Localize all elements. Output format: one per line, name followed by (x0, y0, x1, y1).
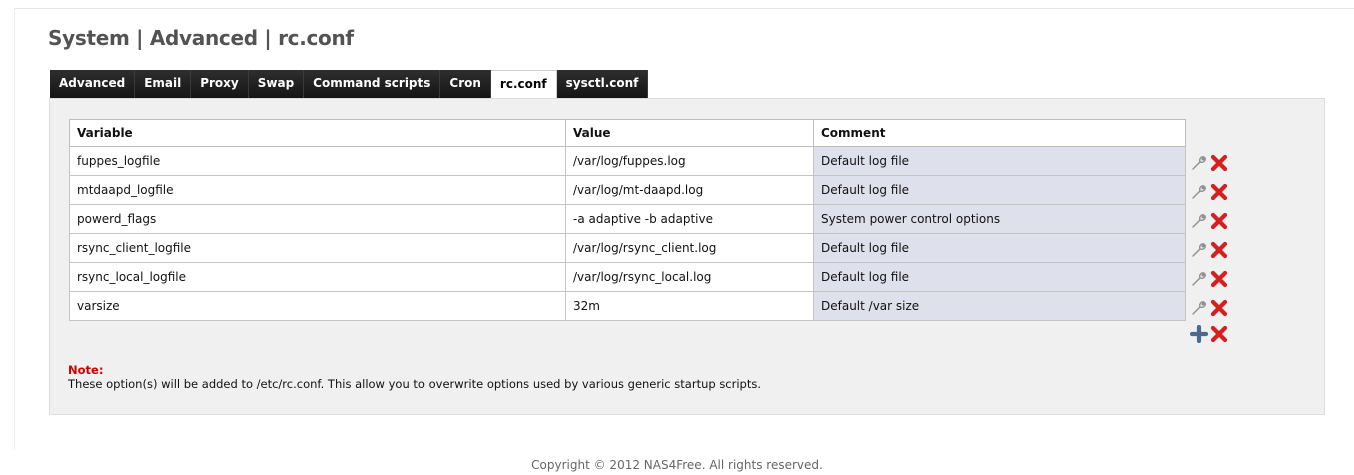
delete-x-icon[interactable] (1210, 299, 1228, 317)
cell-comment: Default log file (813, 262, 1186, 292)
content-panel: Variable Value Comment fuppes_logfile /v… (49, 98, 1325, 415)
cell-comment: Default log file (813, 233, 1186, 263)
cell-value: /var/log/rsync_client.log (565, 233, 814, 263)
cell-value: /var/log/mt-daapd.log (565, 175, 814, 205)
cell-comment: System power control options (813, 204, 1186, 234)
cell-value: /var/log/fuppes.log (565, 146, 814, 176)
tab-command-scripts[interactable]: Command scripts (304, 70, 441, 98)
wrench-icon[interactable] (1190, 212, 1208, 230)
cell-variable: varsize (69, 291, 566, 321)
tab-rc-conf[interactable]: rc.conf (490, 70, 557, 98)
wrench-icon[interactable] (1190, 154, 1208, 172)
cell-variable: rsync_local_logfile (69, 262, 566, 292)
note-text: These option(s) will be added to /etc/rc… (68, 377, 762, 391)
cell-variable: rsync_client_logfile (69, 233, 566, 263)
wrench-icon[interactable] (1190, 270, 1208, 288)
tab-sysctl-conf[interactable]: sysctl.conf (556, 70, 649, 98)
row-action-group (1190, 148, 1250, 177)
delete-x-icon[interactable] (1210, 270, 1228, 288)
table-row: fuppes_logfile /var/log/fuppes.log Defau… (69, 146, 1186, 176)
row-action-group (1190, 235, 1250, 264)
delete-x-icon[interactable] (1210, 154, 1228, 172)
row-actions (1190, 148, 1250, 346)
tab-proxy[interactable]: Proxy (191, 70, 249, 98)
note-label: Note: (68, 363, 104, 377)
cell-comment: Default /var size (813, 291, 1186, 321)
table-row: mtdaapd_logfile /var/log/mt-daapd.log De… (69, 175, 1186, 205)
row-action-group (1190, 264, 1250, 293)
cell-value: /var/log/rsync_local.log (565, 262, 814, 292)
row-action-group (1190, 206, 1250, 235)
cell-variable: fuppes_logfile (69, 146, 566, 176)
add-row-action-group (1190, 322, 1250, 346)
tab-cron[interactable]: Cron (440, 70, 491, 98)
wrench-icon[interactable] (1190, 183, 1208, 201)
cell-variable: mtdaapd_logfile (69, 175, 566, 205)
column-header-variable: Variable (69, 119, 566, 147)
note-block: Note: These option(s) will be added to /… (68, 363, 761, 391)
table-row: powerd_flags -a adaptive -b adaptive Sys… (69, 204, 1186, 234)
tab-bar: Advanced Email Proxy Swap Command script… (50, 70, 649, 98)
delete-x-icon[interactable] (1210, 325, 1228, 343)
delete-x-icon[interactable] (1210, 212, 1228, 230)
wrench-icon[interactable] (1190, 241, 1208, 259)
tab-advanced[interactable]: Advanced (50, 70, 136, 98)
delete-x-icon[interactable] (1210, 241, 1228, 259)
table-header-row: Variable Value Comment (69, 119, 1186, 147)
column-header-comment: Comment (813, 119, 1186, 147)
cell-comment: Default log file (813, 175, 1186, 205)
row-action-group (1190, 177, 1250, 206)
cell-comment: Default log file (813, 146, 1186, 176)
tab-swap[interactable]: Swap (248, 70, 305, 98)
cell-variable: powerd_flags (69, 204, 566, 234)
table-row: varsize 32m Default /var size (69, 291, 1186, 321)
plus-icon[interactable] (1190, 325, 1208, 343)
tab-email[interactable]: Email (135, 70, 192, 98)
row-action-group (1190, 293, 1250, 322)
column-header-value: Value (565, 119, 814, 147)
cell-value: -a adaptive -b adaptive (565, 204, 814, 234)
wrench-icon[interactable] (1190, 299, 1208, 317)
variables-table: Variable Value Comment fuppes_logfile /v… (69, 119, 1186, 321)
table-row: rsync_client_logfile /var/log/rsync_clie… (69, 233, 1186, 263)
delete-x-icon[interactable] (1210, 183, 1228, 201)
footer-copyright: Copyright © 2012 NAS4Free. All rights re… (531, 458, 823, 472)
page-title: System | Advanced | rc.conf (48, 26, 354, 50)
table-row: rsync_local_logfile /var/log/rsync_local… (69, 262, 1186, 292)
cell-value: 32m (565, 291, 814, 321)
